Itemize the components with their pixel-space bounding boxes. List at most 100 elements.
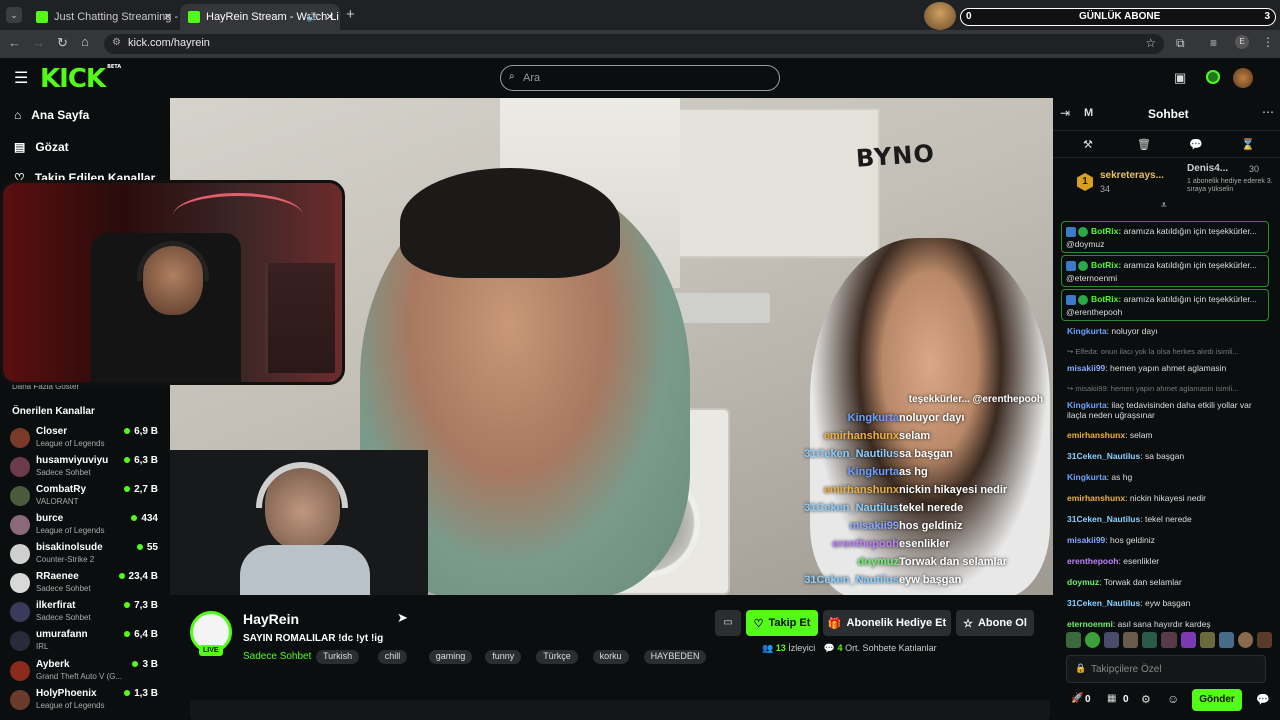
pin-expand-icon[interactable]: ⩡ (1161, 200, 1167, 211)
leader-1-name[interactable]: sekreterays... (1100, 170, 1164, 181)
emote-icon[interactable] (1085, 632, 1101, 648)
emote-icon[interactable] (1218, 632, 1234, 648)
recommended-channel[interactable]: ilkerfirat Sadece Sohbet 7,3 B (10, 599, 162, 627)
chat-username[interactable]: 31Ceken_Nautilus (1067, 598, 1140, 608)
stream-tag[interactable]: korku (592, 650, 629, 664)
kicks-icon[interactable]: ▦ (1107, 693, 1116, 704)
chat-username[interactable]: Kingkurta (1067, 400, 1107, 410)
chat-username[interactable]: emirhanshunx (1067, 493, 1125, 503)
viewer-stats: 👥 13 İzleyici 💬 4 Ort. Sohbete Katılanla… (762, 643, 937, 654)
emote-icon[interactable] (1161, 632, 1177, 648)
chat-input[interactable]: 🔒 Takipçilere Özel (1066, 655, 1266, 683)
kick-coin-icon[interactable] (1206, 70, 1220, 84)
extensions-icon[interactable]: ⧉ (1176, 36, 1185, 51)
emote-icon[interactable] (1180, 632, 1196, 648)
send-button[interactable]: Gönder (1192, 689, 1242, 711)
back-icon[interactable]: ← (8, 35, 21, 50)
channel-viewers: 6,4 B (124, 629, 158, 640)
user-avatar[interactable] (1233, 68, 1253, 88)
points-icon[interactable]: 🚀 (1071, 693, 1083, 704)
chat-settings-icon[interactable]: ⚙ (1141, 693, 1151, 706)
recommended-channel[interactable]: Ayberk Grand Theft Auto V (G... 3 B (10, 658, 162, 686)
recommended-channel[interactable]: RRaenee Sadece Sohbet 23,4 B (10, 570, 162, 598)
media-controls-icon[interactable]: ≡ (1210, 36, 1217, 50)
site-info-icon[interactable]: ⚙ (112, 37, 121, 48)
overlay-chat-text: tekel nerede (899, 502, 964, 514)
emote-icon[interactable] (1199, 632, 1215, 648)
audio-icon[interactable]: 🔊 (307, 12, 318, 23)
trash-icon[interactable]: 🗑 (1137, 138, 1151, 151)
recommended-channel[interactable]: CombatRy VALORANT 2,7 B (10, 483, 162, 511)
collapse-chat-icon[interactable]: ⇥ (1060, 106, 1070, 120)
bot-message: BotRix: aramıza katıldığın için teşekkür… (1061, 221, 1269, 253)
chat-more-icon[interactable]: ⋯ (1262, 105, 1274, 119)
tab-list-button[interactable]: ⌄ (6, 7, 22, 23)
recommended-channel[interactable]: bisakinolsude Counter-Strike 2 55 (10, 541, 162, 569)
close-tab-icon[interactable]: ✕ (164, 12, 172, 23)
emote-icon[interactable] (1123, 632, 1139, 648)
search-input[interactable]: ⌕ Ara (500, 65, 780, 91)
drops-icon[interactable]: ▣ (1174, 70, 1186, 86)
recommended-channel[interactable]: HolyPhoenix League of Legends 1,3 B (10, 687, 162, 715)
bot-username: BotRix: (1091, 260, 1124, 270)
close-tab-icon[interactable]: ✕ (326, 12, 334, 23)
stream-tag[interactable]: funny (485, 650, 522, 664)
recommended-channel[interactable]: umurafann IRL 6,4 B (10, 628, 162, 656)
browser-menu-icon[interactable]: ⋮ (1262, 35, 1274, 49)
chat-username[interactable]: erenthepooh (1067, 556, 1118, 566)
chat-title: Sohbet (1148, 107, 1189, 121)
theater-mode-button[interactable]: ▭ (715, 610, 741, 636)
nav-home[interactable]: ⌂ Ana Sayfa (14, 108, 89, 122)
chat-username[interactable]: 31Ceken_Nautilus (1067, 514, 1140, 524)
tab-hayrein[interactable]: HayRein Stream - Watch Li 🔊 ✕ (180, 4, 340, 30)
stream-tag[interactable]: HAYBEDEN (643, 650, 707, 664)
stream-tag[interactable]: Türkçe (536, 650, 578, 664)
stream-tag[interactable]: gaming (428, 650, 473, 664)
chat-username[interactable]: eternoenmi (1067, 619, 1113, 629)
chat-emote-menu-icon[interactable]: 💬 (1256, 693, 1270, 706)
leader-2-name[interactable]: Denis4... (1187, 163, 1228, 174)
chat-username[interactable]: emirhanshunx (1067, 430, 1125, 440)
nav-browse[interactable]: ▤ Gözat (14, 140, 69, 154)
new-tab-button[interactable]: + (346, 6, 355, 23)
stream-category[interactable]: Sadece Sohbet (243, 651, 311, 662)
emote-icon[interactable] (1237, 632, 1253, 648)
kick-logo[interactable]: KICK BETA (40, 64, 121, 94)
chat-username[interactable]: 31Ceken_Nautilus (1067, 451, 1140, 461)
chat-username[interactable]: misakii99 (1067, 363, 1105, 373)
hammer-icon[interactable]: ⚒ (1083, 138, 1093, 151)
overlay-chat-user: Kingkurta (847, 466, 899, 478)
tab-just-chatting[interactable]: Just Chatting Streaming - Live S ✕ (28, 4, 178, 30)
emote-picker-icon[interactable]: ☺ (1167, 692, 1179, 706)
mod-badge[interactable]: M (1084, 107, 1093, 119)
follow-button[interactable]: ♡ Takip Et (746, 610, 818, 636)
live-dot-icon (118, 573, 125, 579)
emote-icon[interactable] (1142, 632, 1158, 648)
home-browser-icon[interactable]: ⌂ (81, 34, 89, 49)
chat-username[interactable]: Kingkurta (1067, 326, 1107, 336)
emote-icon[interactable] (1104, 632, 1120, 648)
reload-icon[interactable]: ↻ (57, 35, 68, 51)
kick-favicon-icon (188, 11, 200, 23)
recommended-channel[interactable]: burce League of Legends 434 (10, 512, 162, 540)
channel-name: RRaenee (36, 571, 79, 582)
subscribe-button[interactable]: ☆ Abone Ol (956, 610, 1034, 636)
hamburger-menu-icon[interactable]: ☰ (14, 68, 28, 88)
chat-username[interactable]: misakii99 (1067, 535, 1105, 545)
chat-bubble-icon[interactable]: 💬 (1189, 138, 1203, 151)
bookmark-star-icon[interactable]: ☆ (1145, 36, 1156, 50)
hourglass-icon[interactable]: ⌛ (1241, 138, 1255, 151)
recommended-channel[interactable]: husamviyuviyu Sadece Sohbet 6,3 B (10, 454, 162, 482)
stream-tag[interactable]: chill (377, 650, 408, 664)
chat-username[interactable]: Kingkurta (1067, 472, 1107, 482)
recommended-channel[interactable]: Closer League of Legends 6,9 B (10, 425, 162, 453)
emote-icon[interactable] (1256, 632, 1273, 648)
gift-sub-button[interactable]: 🎁 Abonelik Hediye Et (823, 610, 951, 636)
chat-username[interactable]: doymuz (1067, 577, 1099, 587)
forward-icon[interactable]: → (32, 35, 45, 50)
channel-name[interactable]: HayRein (243, 611, 299, 627)
emote-icon[interactable] (1066, 632, 1082, 648)
url-field[interactable]: ⚙ kick.com/hayrein ☆ (104, 34, 1164, 54)
stream-tag[interactable]: Turkish (316, 650, 360, 664)
profile-icon[interactable]: E (1235, 35, 1249, 49)
